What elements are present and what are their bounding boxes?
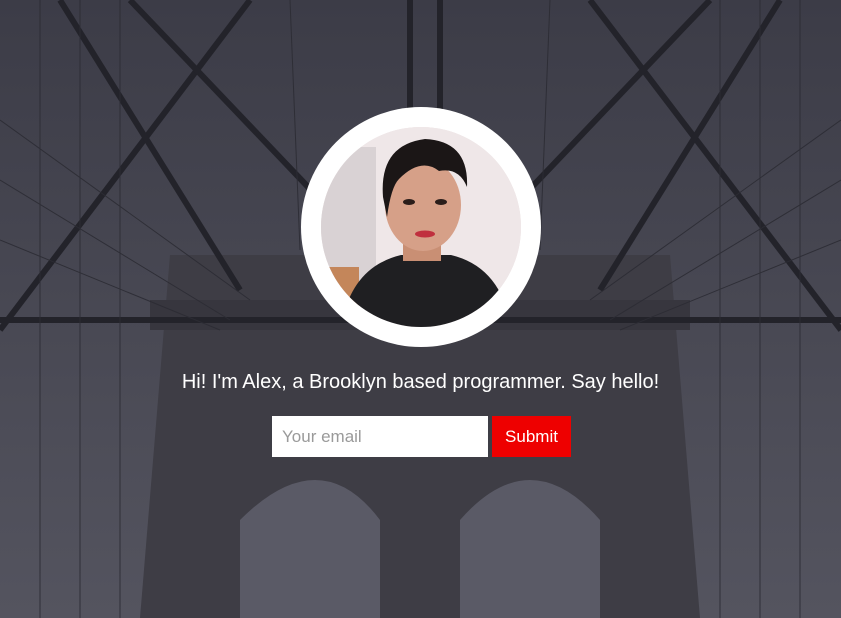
email-field[interactable] — [272, 416, 488, 457]
signup-form: Submit — [272, 416, 571, 457]
intro-text: Hi! I'm Alex, a Brooklyn based programme… — [181, 371, 660, 393]
hero-section: Hi! I'm Alex, a Brooklyn based programme… — [0, 0, 841, 618]
submit-button[interactable]: Submit — [492, 416, 571, 457]
avatar-frame — [301, 107, 541, 347]
avatar — [321, 127, 521, 327]
profile-photo — [321, 127, 521, 327]
